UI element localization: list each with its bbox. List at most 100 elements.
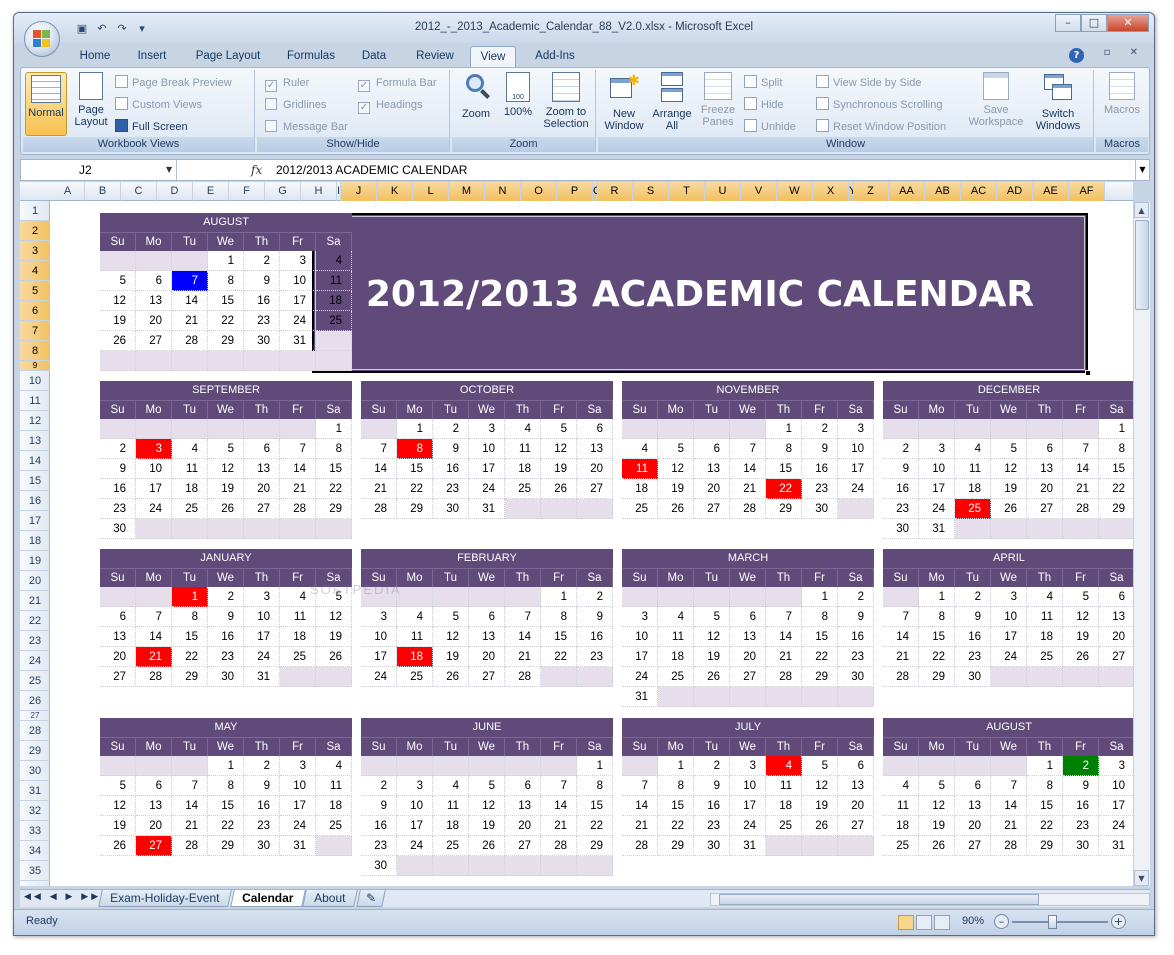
day-cell[interactable]: 28 [172, 331, 208, 351]
day-cell[interactable]: 29 [397, 499, 433, 519]
column-header[interactable]: AD [997, 182, 1033, 201]
empty-day-cell[interactable] [1099, 667, 1133, 687]
day-cell[interactable]: 17 [730, 796, 766, 816]
empty-day-cell[interactable] [1027, 419, 1063, 439]
highlighted-day-cell[interactable]: 11 [622, 459, 658, 479]
day-cell[interactable]: 12 [100, 291, 136, 311]
day-cell[interactable]: 12 [658, 459, 694, 479]
synchronous-scrolling-button[interactable]: Synchronous Scrolling [816, 96, 942, 114]
day-cell[interactable]: 5 [100, 271, 136, 291]
column-header[interactable]: AC [961, 182, 997, 201]
empty-day-cell[interactable] [730, 587, 766, 607]
day-cell[interactable]: 13 [694, 459, 730, 479]
day-cell[interactable]: 9 [244, 271, 280, 291]
day-cell[interactable]: 31 [730, 836, 766, 856]
day-cell[interactable]: 27 [1099, 647, 1133, 667]
day-cell[interactable]: 17 [244, 627, 280, 647]
day-cell[interactable]: 18 [316, 291, 352, 311]
day-cell[interactable]: 20 [469, 647, 505, 667]
row-header[interactable]: 25 [20, 671, 50, 691]
day-cell[interactable]: 29 [577, 836, 613, 856]
day-cell[interactable]: 11 [397, 627, 433, 647]
day-cell[interactable]: 12 [208, 459, 244, 479]
day-cell[interactable]: 15 [172, 627, 208, 647]
day-cell[interactable]: 19 [802, 796, 838, 816]
day-cell[interactable]: 31 [280, 331, 316, 351]
empty-day-cell[interactable] [838, 687, 874, 707]
day-cell[interactable]: 4 [172, 439, 208, 459]
day-cell[interactable]: 22 [658, 816, 694, 836]
column-header[interactable]: B [85, 182, 121, 201]
row-header[interactable]: 31 [20, 781, 50, 801]
empty-day-cell[interactable] [622, 756, 658, 776]
day-cell[interactable]: 11 [505, 439, 541, 459]
day-cell[interactable]: 1 [208, 251, 244, 271]
day-cell[interactable]: 19 [541, 459, 577, 479]
empty-day-cell[interactable] [991, 667, 1027, 687]
day-cell[interactable]: 3 [919, 439, 955, 459]
day-cell[interactable]: 6 [955, 776, 991, 796]
day-cell[interactable]: 20 [1027, 479, 1063, 499]
column-header[interactable]: W [777, 182, 813, 201]
day-cell[interactable]: 13 [136, 291, 172, 311]
day-cell[interactable]: 7 [883, 607, 919, 627]
empty-day-cell[interactable] [316, 331, 352, 351]
empty-day-cell[interactable] [694, 587, 730, 607]
day-cell[interactable]: 27 [100, 667, 136, 687]
tab-data[interactable]: Data [356, 46, 392, 67]
row-header[interactable]: 35 [20, 861, 50, 881]
day-cell[interactable]: 10 [1099, 776, 1133, 796]
empty-day-cell[interactable] [838, 499, 874, 519]
day-cell[interactable]: 25 [766, 816, 802, 836]
day-cell[interactable]: 24 [361, 667, 397, 687]
day-cell[interactable]: 24 [397, 836, 433, 856]
day-cell[interactable]: 13 [730, 627, 766, 647]
day-cell[interactable]: 25 [505, 479, 541, 499]
empty-day-cell[interactable] [730, 687, 766, 707]
day-cell[interactable]: 1 [541, 587, 577, 607]
column-header[interactable]: Z [853, 182, 889, 201]
day-cell[interactable]: 20 [730, 647, 766, 667]
day-cell[interactable]: 24 [469, 479, 505, 499]
day-cell[interactable]: 6 [505, 776, 541, 796]
empty-day-cell[interactable] [100, 251, 136, 271]
day-cell[interactable]: 23 [838, 647, 874, 667]
day-cell[interactable]: 10 [838, 439, 874, 459]
day-cell[interactable]: 12 [100, 796, 136, 816]
day-cell[interactable]: 24 [622, 667, 658, 687]
day-cell[interactable]: 3 [280, 251, 316, 271]
day-cell[interactable]: 22 [802, 647, 838, 667]
new-window-button[interactable]: ✱ New Window [602, 72, 646, 132]
highlighted-day-cell[interactable]: 25 [955, 499, 991, 519]
day-cell[interactable]: 12 [433, 627, 469, 647]
day-cell[interactable]: 4 [316, 251, 352, 271]
row-header[interactable]: 7 [20, 321, 50, 341]
day-cell[interactable]: 22 [208, 816, 244, 836]
row-header[interactable]: 11 [20, 391, 50, 411]
day-cell[interactable]: 30 [838, 667, 874, 687]
maximize-button[interactable]: □ [1081, 14, 1107, 32]
empty-day-cell[interactable] [469, 856, 505, 876]
zoom-to-selection-button[interactable]: Zoom to Selection [540, 72, 592, 130]
day-cell[interactable]: 9 [694, 776, 730, 796]
day-cell[interactable]: 10 [244, 607, 280, 627]
empty-day-cell[interactable] [694, 687, 730, 707]
day-cell[interactable]: 22 [1099, 479, 1133, 499]
row-header[interactable]: 15 [20, 471, 50, 491]
empty-day-cell[interactable] [280, 667, 316, 687]
day-cell[interactable]: 22 [577, 816, 613, 836]
day-cell[interactable]: 15 [208, 291, 244, 311]
normal-view-button[interactable]: Normal [25, 72, 67, 136]
day-cell[interactable]: 26 [100, 331, 136, 351]
day-cell[interactable]: 19 [658, 479, 694, 499]
empty-day-cell[interactable] [397, 856, 433, 876]
insert-sheet-button[interactable]: ✎ [356, 890, 386, 907]
day-cell[interactable]: 5 [1063, 587, 1099, 607]
day-cell[interactable]: 30 [694, 836, 730, 856]
day-cell[interactable]: 27 [838, 816, 874, 836]
workbook-window-controls[interactable]: – ▫ ✕ [1079, 47, 1146, 58]
minimize-button[interactable]: – [1055, 14, 1081, 32]
day-cell[interactable]: 8 [658, 776, 694, 796]
day-cell[interactable]: 19 [316, 627, 352, 647]
day-cell[interactable]: 17 [397, 816, 433, 836]
